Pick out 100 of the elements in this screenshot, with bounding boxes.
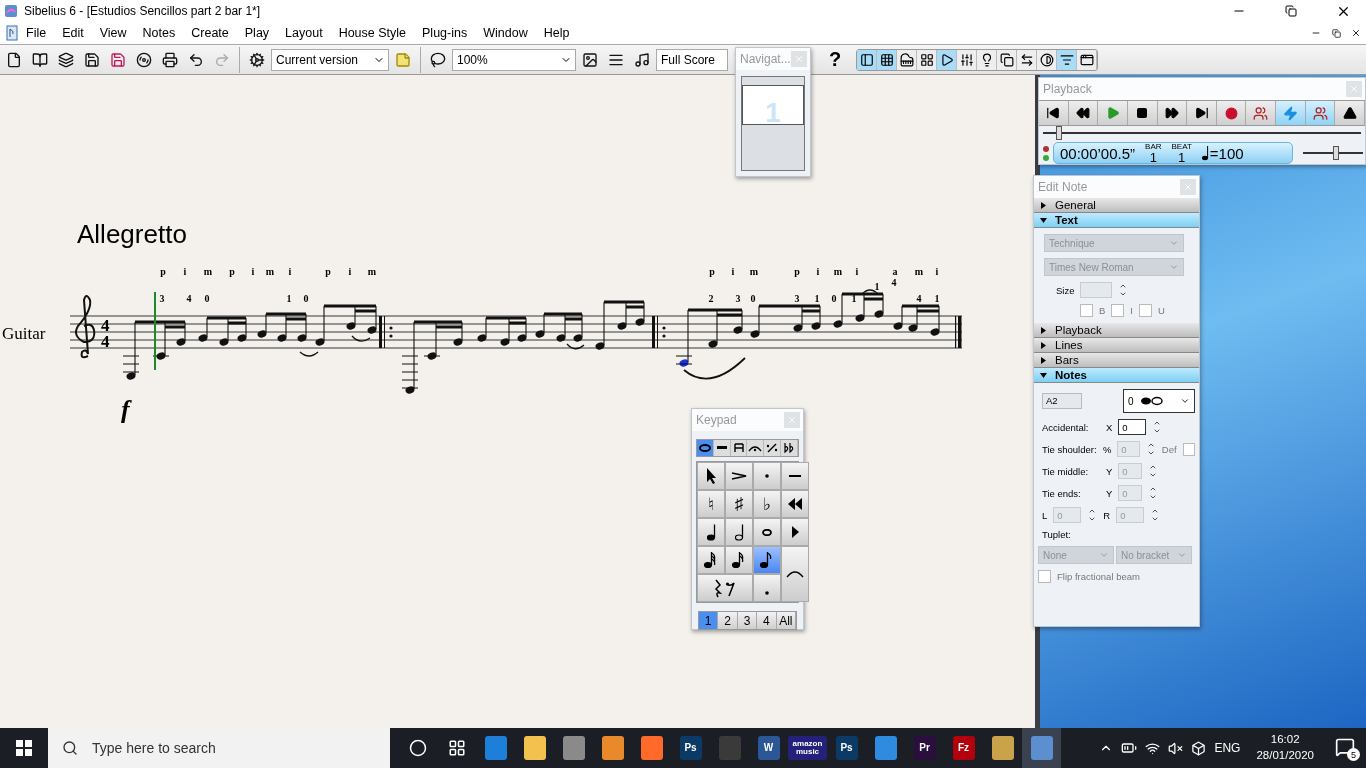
keypad-key[interactable] [753, 546, 781, 574]
slider-thumb[interactable] [1055, 126, 1062, 140]
voice-button[interactable]: 2 [718, 612, 738, 629]
zoom-dropdown[interactable]: 100% [452, 48, 576, 71]
menu-item[interactable]: Layout [277, 24, 331, 42]
transport-button[interactable] [1187, 101, 1217, 125]
slider-thumb[interactable] [1333, 146, 1339, 160]
keypad-tab[interactable] [781, 440, 798, 456]
section-header[interactable]: Notes [1034, 368, 1199, 383]
keypad-key[interactable] [781, 518, 809, 546]
toolbar-toggle[interactable] [1057, 49, 1077, 70]
taskbar-button[interactable]: Pr [905, 728, 944, 768]
tempo-slider[interactable] [1303, 146, 1363, 160]
tie-shoulder-label: Tie shoulder: [1042, 443, 1097, 455]
keypad-key[interactable]: ♯ [725, 490, 753, 518]
transport-button[interactable] [1127, 101, 1158, 125]
accidental-icon: ♮ [708, 493, 714, 515]
voice-button[interactable]: 1 [699, 612, 719, 629]
menu-item[interactable]: Create [183, 24, 237, 42]
menu-item[interactable]: Play [236, 24, 278, 42]
left-label: L [1042, 509, 1048, 521]
keypad-key[interactable] [725, 546, 753, 574]
section-header[interactable]: Text [1034, 213, 1199, 228]
search-field[interactable]: Type here to search [48, 728, 390, 768]
notehead-dropdown[interactable]: 0 [1123, 389, 1195, 413]
restore-icon [1331, 28, 1341, 38]
keypad-key[interactable] [697, 518, 725, 546]
taskbar-button[interactable]: W [749, 728, 788, 768]
help-button[interactable]: ? [822, 48, 848, 71]
fast-forward-icon [1164, 106, 1179, 120]
noteheads-icon [1139, 396, 1164, 406]
keypad-key[interactable] [697, 546, 725, 574]
toolbar-toggle[interactable] [897, 49, 917, 70]
arrows-icon [1019, 52, 1034, 67]
fingering-text: m [203, 266, 213, 277]
skip-forward-icon [1194, 106, 1209, 120]
keypad-key[interactable] [697, 462, 725, 490]
checkbox[interactable] [1038, 570, 1051, 583]
fermata-icon [748, 443, 763, 453]
size-field[interactable] [1080, 282, 1113, 298]
keypad-key[interactable] [725, 518, 753, 546]
toolbar-toggle[interactable] [937, 49, 957, 70]
keypad-tab[interactable] [697, 440, 714, 456]
checkbox-label: B [1099, 305, 1106, 316]
mute-icon [1168, 740, 1184, 756]
tie-icon [786, 570, 804, 578]
figure-icon [1253, 105, 1269, 121]
keypad-key[interactable] [697, 574, 753, 602]
undo-icon [188, 51, 204, 68]
menu-item[interactable]: Help [535, 24, 578, 42]
checkbox[interactable] [1139, 304, 1152, 317]
position-slider[interactable] [1043, 126, 1361, 140]
pitch-field[interactable]: A2 [1042, 393, 1082, 409]
menu-item[interactable]: House Style [330, 24, 415, 42]
section-header[interactable]: General [1034, 198, 1199, 213]
menu-item[interactable]: Window [475, 24, 536, 42]
keypad-key[interactable]: ♭ [753, 490, 781, 518]
menu-item[interactable]: Edit [54, 24, 92, 42]
taskbar-button[interactable]: amazon music [788, 728, 827, 768]
menu-item[interactable]: Notes [134, 24, 184, 42]
notifications-button[interactable]: 5 [1330, 733, 1360, 763]
checkbox[interactable] [1080, 304, 1093, 317]
keypad-tab[interactable] [764, 440, 782, 456]
section-header[interactable]: Bars [1034, 353, 1199, 368]
accidental-field[interactable]: 0 [1118, 419, 1147, 435]
taskbar-button[interactable]: Ps [827, 728, 866, 768]
search-input[interactable]: Type here to search [90, 739, 370, 757]
checkbox[interactable] [1111, 304, 1125, 317]
menu-item[interactable]: File [18, 24, 55, 42]
transport-button[interactable] [1039, 101, 1069, 125]
fingering-text: m [367, 266, 377, 277]
voice-button[interactable]: 4 [757, 612, 777, 629]
section-header[interactable]: Playback [1034, 323, 1199, 338]
transport-button[interactable] [1157, 101, 1188, 125]
section-header[interactable]: Lines [1034, 338, 1199, 353]
taskbar-button[interactable]: Fz [944, 728, 983, 768]
accidental-icon: ♭ [763, 493, 771, 515]
taskbar-button[interactable]: Ps [671, 728, 710, 768]
keypad-key[interactable] [781, 490, 809, 518]
fingering-text: m [265, 266, 275, 277]
whole-note-icon [762, 528, 772, 536]
keypad-key[interactable]: ♮ [697, 490, 725, 518]
book-icon [32, 51, 48, 68]
version-dropdown[interactable]: Current version [271, 48, 389, 71]
keypad-tab[interactable] [747, 440, 765, 456]
time-signature-top: 4 [101, 316, 110, 335]
transport-button[interactable] [1068, 101, 1099, 125]
keypad-key[interactable] [725, 462, 753, 490]
keypad-key[interactable] [753, 518, 781, 546]
transport-button[interactable] [1335, 101, 1366, 125]
quarter-note-icon [706, 523, 716, 541]
menu-item[interactable]: View [91, 24, 135, 42]
fingering-number: 3 [735, 293, 741, 304]
fingering-text: a [892, 266, 898, 277]
keypad-key[interactable] [781, 462, 809, 490]
toolbar-toggle[interactable] [877, 49, 897, 70]
view-dropdown[interactable]: Full Score [656, 48, 728, 71]
menu-item[interactable]: Plug-ins [414, 24, 476, 42]
checkbox[interactable] [1182, 442, 1195, 456]
toolbar-toggle[interactable] [857, 49, 877, 70]
